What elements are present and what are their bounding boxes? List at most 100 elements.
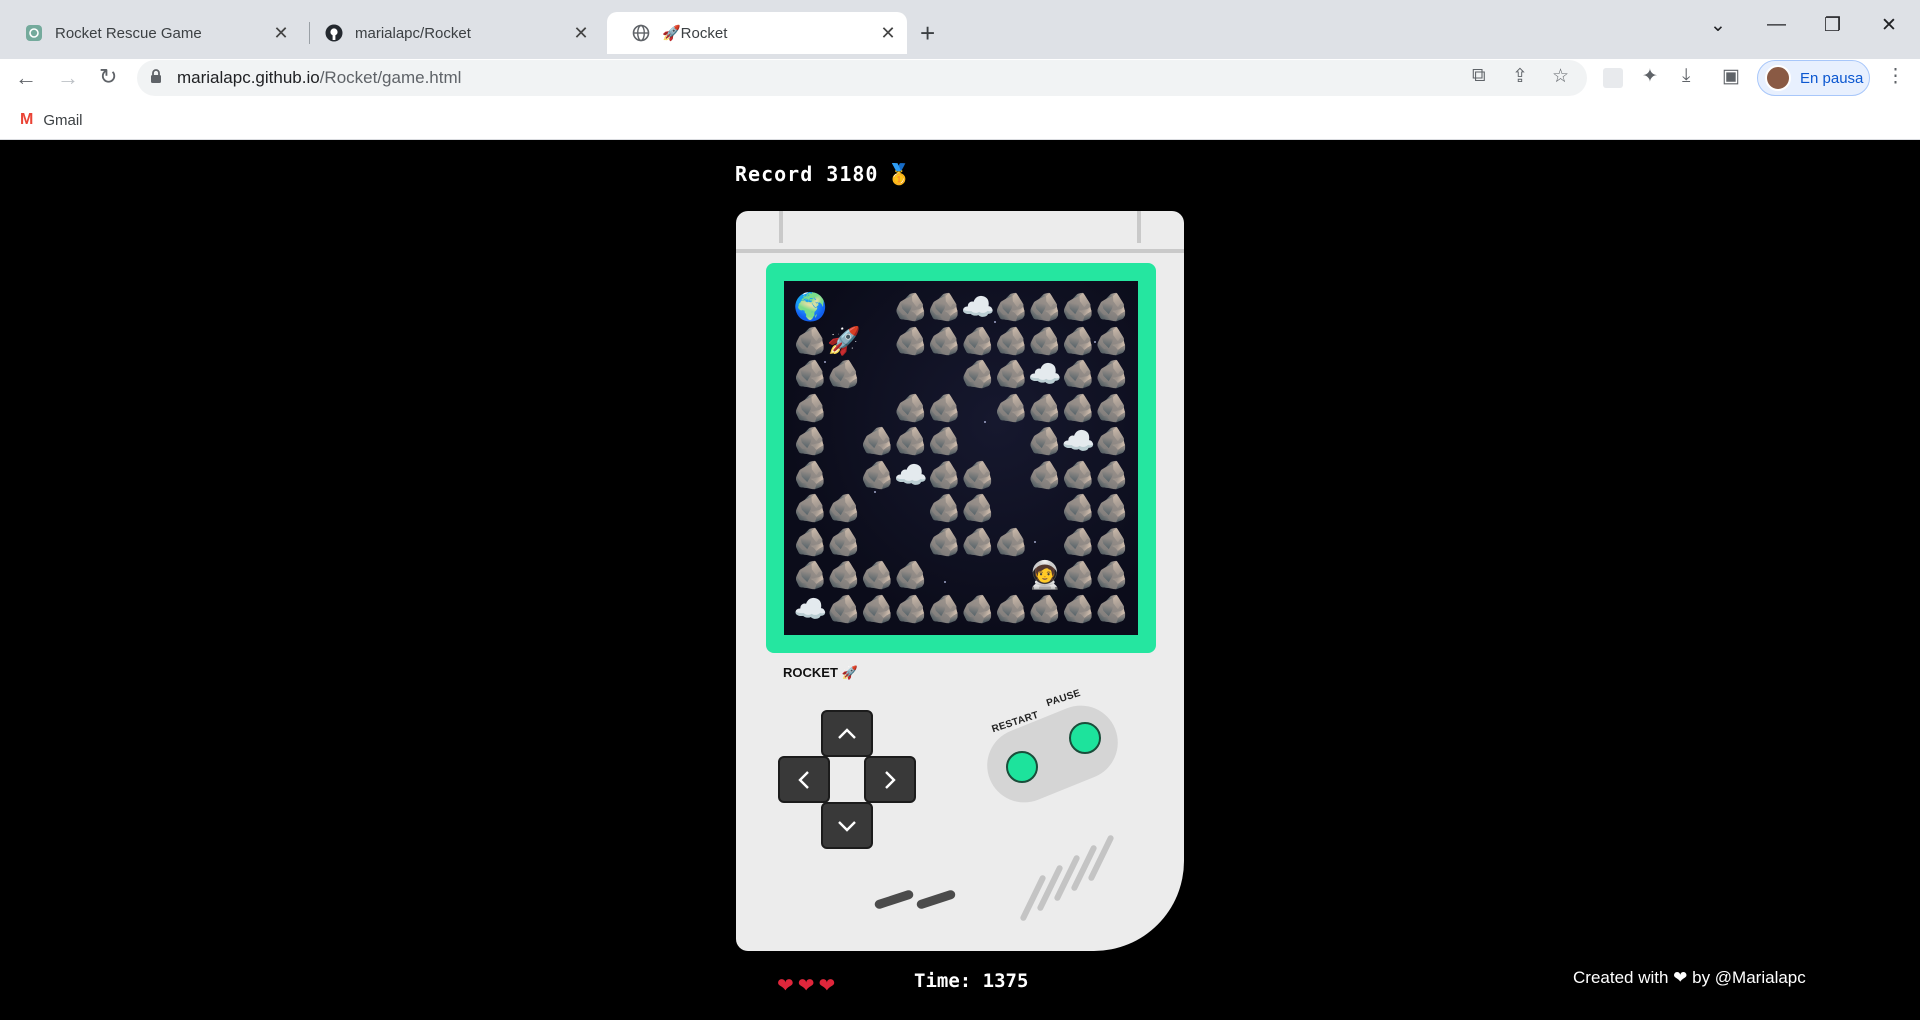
rock-icon: 🪨 bbox=[1061, 593, 1096, 624]
tab-rocket-active[interactable]: 🚀Rocket ✕ bbox=[607, 12, 907, 54]
rock-icon: 🪨 bbox=[894, 426, 928, 456]
tab-github-rocket[interactable]: marialapc/Rocket ✕ bbox=[300, 12, 600, 54]
rock-icon: 🪨 bbox=[1061, 292, 1096, 322]
star-dot bbox=[984, 421, 986, 423]
side-panel-icon[interactable]: ▣ bbox=[1722, 65, 1740, 88]
console-notch bbox=[779, 211, 783, 243]
bookmark-label: Gmail bbox=[43, 111, 83, 129]
rock-icon: 🪨 bbox=[927, 526, 962, 557]
restore-button[interactable]: ❐ bbox=[1824, 14, 1841, 37]
rock-icon: 🪨 bbox=[894, 593, 928, 624]
chevron-down-icon bbox=[838, 820, 856, 832]
right-button[interactable] bbox=[864, 756, 916, 803]
rock-icon: 🪨 bbox=[1061, 325, 1096, 356]
star-dot bbox=[944, 581, 946, 583]
bookmark-star-icon[interactable]: ☆ bbox=[1552, 65, 1569, 88]
rock-icon: 🪨 bbox=[1061, 493, 1096, 523]
profile-label: En pausa bbox=[1800, 69, 1864, 87]
console-top-line bbox=[736, 249, 1184, 253]
rock-icon: 🪨 bbox=[827, 359, 861, 389]
lives-hearts: ❤❤❤ bbox=[777, 975, 840, 997]
cloud-icon: ☁️ bbox=[894, 459, 928, 490]
chevron-right-icon bbox=[885, 770, 896, 789]
rock-icon: 🪨 bbox=[1028, 292, 1062, 322]
rock-icon: 🪨 bbox=[1095, 560, 1129, 590]
rock-icon: 🪨 bbox=[827, 593, 861, 624]
back-button[interactable]: ← bbox=[15, 65, 37, 91]
rock-icon: 🪨 bbox=[1061, 526, 1096, 557]
rock-icon: 🪨 bbox=[860, 593, 895, 624]
rock-icon: 🪨 bbox=[994, 325, 1029, 356]
select-button[interactable] bbox=[873, 889, 915, 910]
rock-icon: 🪨 bbox=[961, 459, 995, 490]
rock-icon: 🪨 bbox=[927, 292, 962, 322]
chevron-up-icon bbox=[838, 727, 856, 739]
tab-bar: Rocket Rescue Game ✕ marialapc/Rocket ✕ … bbox=[0, 0, 1920, 59]
rock-icon: 🪨 bbox=[1095, 526, 1129, 557]
pause-button[interactable] bbox=[1069, 722, 1101, 754]
tab-search-icon[interactable]: ⌄ bbox=[1710, 14, 1726, 37]
extension-icon[interactable] bbox=[1603, 68, 1623, 88]
down-button[interactable] bbox=[821, 802, 873, 849]
close-window-button[interactable]: ✕ bbox=[1881, 14, 1897, 37]
rock-icon: 🪨 bbox=[927, 459, 962, 490]
close-tab-icon[interactable]: ✕ bbox=[270, 23, 292, 44]
share-icon[interactable]: ⇪ bbox=[1512, 65, 1528, 88]
bookmark-gmail[interactable]: M Gmail bbox=[20, 111, 83, 129]
rock-icon: 🪨 bbox=[827, 560, 861, 590]
close-tab-icon[interactable]: ✕ bbox=[877, 23, 899, 44]
rock-icon: 🪨 bbox=[1095, 493, 1129, 523]
profile-button[interactable]: En pausa bbox=[1757, 60, 1870, 96]
left-button[interactable] bbox=[778, 756, 830, 803]
rock-icon: 🪨 bbox=[894, 392, 928, 423]
rock-icon: 🪨 bbox=[860, 459, 895, 490]
download-icon[interactable]: ⤓ bbox=[1682, 65, 1690, 87]
rock-icon: 🪨 bbox=[1028, 325, 1062, 356]
rock-icon: 🪨 bbox=[927, 392, 962, 423]
avatar bbox=[1765, 65, 1791, 91]
rock-icon: 🪨 bbox=[927, 426, 962, 456]
close-tab-icon[interactable]: ✕ bbox=[570, 23, 592, 44]
rock-icon: 🪨 bbox=[793, 493, 828, 523]
forward-button[interactable]: → bbox=[57, 65, 79, 91]
reload-button[interactable]: ↻ bbox=[99, 64, 117, 90]
rock-icon: 🪨 bbox=[827, 526, 861, 557]
rock-icon: 🪨 bbox=[793, 459, 828, 490]
menu-kebab-icon[interactable]: ⋮ bbox=[1886, 65, 1905, 88]
rock-icon: 🪨 bbox=[894, 292, 928, 322]
url-path: /Rocket/game.html bbox=[319, 68, 462, 87]
cloud-icon: ☁️ bbox=[961, 292, 995, 322]
url-host: marialapc.github.io bbox=[177, 68, 320, 87]
globe-icon bbox=[632, 24, 650, 42]
tab-rocket-rescue-game[interactable]: Rocket Rescue Game ✕ bbox=[0, 12, 300, 54]
earth-icon: 🌍 bbox=[793, 292, 828, 322]
rock-icon: 🪨 bbox=[994, 526, 1029, 557]
console-notch bbox=[1137, 211, 1141, 243]
rock-icon: 🪨 bbox=[1028, 426, 1062, 456]
translate-icon[interactable]: ⧉ bbox=[1472, 65, 1486, 87]
credit-text: Created with ❤ by @Marialapc bbox=[1573, 968, 1806, 987]
astronaut-icon: 🧑‍🚀 bbox=[1028, 560, 1062, 590]
start-button[interactable] bbox=[915, 889, 957, 910]
cloud-icon: ☁️ bbox=[1061, 426, 1096, 456]
rocket-icon: 🚀 bbox=[827, 325, 861, 356]
up-button[interactable] bbox=[821, 710, 873, 757]
rock-icon: 🪨 bbox=[1095, 593, 1129, 624]
new-tab-button[interactable]: + bbox=[920, 20, 935, 46]
rock-icon: 🪨 bbox=[860, 426, 895, 456]
rock-icon: 🪨 bbox=[961, 526, 995, 557]
chevron-left-icon bbox=[798, 770, 809, 789]
tab-title: 🚀Rocket bbox=[662, 25, 728, 42]
rock-icon: 🪨 bbox=[927, 325, 962, 356]
game-screen[interactable]: 🌍 🪨 🪨 ☁️ 🪨 🪨 🪨 🪨 🪨 🚀 🪨 🪨 🪨 🪨 🪨 🪨 🪨 🪨 🪨 🪨 🪨 ☁️ 🪨 🪨 🪨 🪨 🪨 🪨 🪨 🪨 🪨 🪨 🪨 🪨 🪨 🪨 ☁️… bbox=[784, 281, 1138, 635]
rock-icon: 🪨 bbox=[894, 560, 928, 590]
extensions-puzzle-icon[interactable]: ✦ bbox=[1642, 65, 1658, 88]
rock-icon: 🪨 bbox=[1061, 459, 1096, 490]
rock-icon: 🪨 bbox=[894, 325, 928, 356]
rock-icon: 🪨 bbox=[961, 325, 995, 356]
url-text[interactable]: marialapc.github.io/Rocket/game.html bbox=[177, 68, 461, 88]
restart-button[interactable] bbox=[1006, 751, 1038, 783]
minimize-button[interactable]: — bbox=[1767, 14, 1786, 36]
github-icon bbox=[325, 24, 343, 42]
rock-icon: 🪨 bbox=[994, 392, 1029, 423]
